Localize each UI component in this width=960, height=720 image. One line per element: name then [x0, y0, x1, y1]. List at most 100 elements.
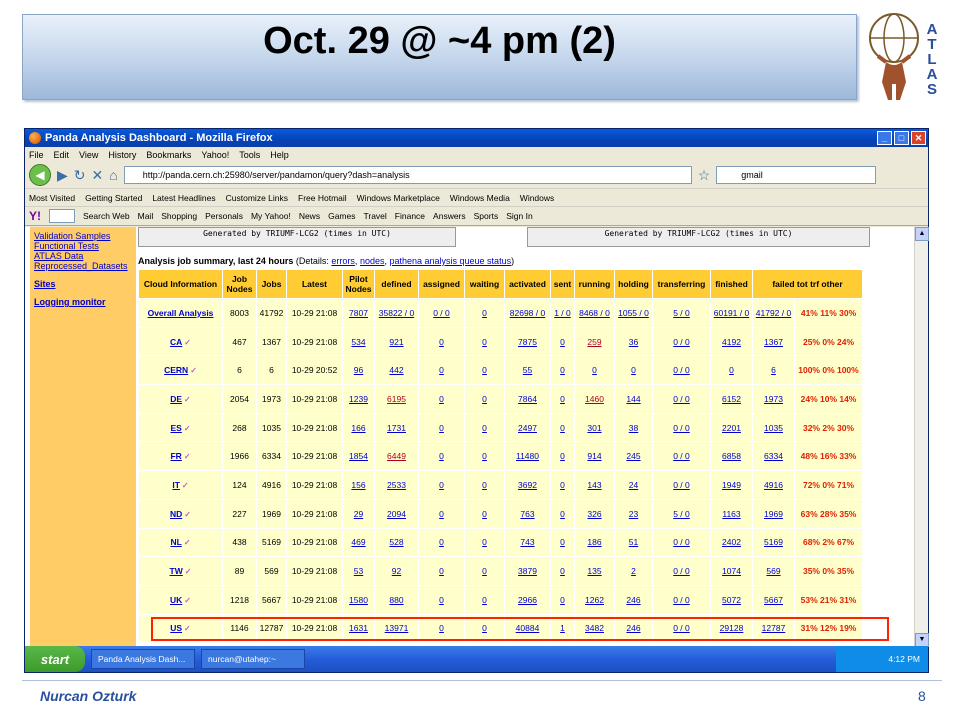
- sidebar-link-validation[interactable]: Validation Samples: [34, 231, 132, 241]
- yahoo-search-input[interactable]: [49, 209, 75, 223]
- cell-failed[interactable]: 5667: [752, 584, 795, 615]
- yahoo-item[interactable]: Games: [328, 211, 355, 221]
- cell-waiting[interactable]: 0: [464, 584, 505, 615]
- cell-finished[interactable]: 2402: [710, 527, 753, 558]
- cell-pilot[interactable]: 7807: [342, 298, 375, 328]
- cell-sent[interactable]: 0: [550, 527, 575, 558]
- cell-finished[interactable]: 5072: [710, 584, 753, 615]
- cell-activated[interactable]: 7864: [504, 384, 551, 414]
- cell-assigned[interactable]: 0 / 0: [418, 298, 465, 328]
- cell-defined[interactable]: 528: [374, 527, 419, 558]
- cell-activated[interactable]: 763: [504, 498, 551, 529]
- cell-waiting[interactable]: 0: [464, 384, 505, 414]
- yahoo-item[interactable]: Finance: [395, 211, 425, 221]
- menu-bookmarks[interactable]: Bookmarks: [146, 150, 191, 160]
- checkmark-icon[interactable]: ✓: [184, 395, 191, 404]
- cell-waiting[interactable]: 0: [464, 355, 505, 386]
- minimize-button[interactable]: _: [877, 131, 892, 145]
- bookmark-item[interactable]: Getting Started: [85, 193, 142, 203]
- cell-running[interactable]: 301: [574, 412, 615, 443]
- cell-defined[interactable]: 6195: [374, 384, 419, 414]
- cell-sent[interactable]: 0: [550, 584, 575, 615]
- cell-sent[interactable]: 0: [550, 384, 575, 414]
- bookmark-item[interactable]: Windows Marketplace: [357, 193, 440, 203]
- bookmark-item[interactable]: Windows Media: [450, 193, 510, 203]
- cell-assigned[interactable]: 0: [418, 584, 465, 615]
- cell-activated[interactable]: 3692: [504, 470, 551, 500]
- cell-defined[interactable]: 880: [374, 584, 419, 615]
- errors-link[interactable]: errors: [331, 256, 355, 266]
- cell-assigned[interactable]: 0: [418, 355, 465, 386]
- cloud-link[interactable]: ND ✓: [138, 498, 223, 529]
- forward-icon[interactable]: ▶: [57, 167, 68, 184]
- yahoo-item[interactable]: Personals: [205, 211, 243, 221]
- cell-waiting[interactable]: 0: [464, 527, 505, 558]
- cell-assigned[interactable]: 0: [418, 527, 465, 558]
- yahoo-logo-icon[interactable]: Y!: [29, 209, 41, 223]
- cell-sent[interactable]: 0: [550, 498, 575, 529]
- yahoo-item[interactable]: My Yahoo!: [251, 211, 291, 221]
- cell-waiting[interactable]: 0: [464, 412, 505, 443]
- cell-activated[interactable]: 2497: [504, 412, 551, 443]
- cell-pilot[interactable]: 29: [342, 498, 375, 529]
- cell-transferring[interactable]: 0 / 0: [652, 556, 711, 586]
- checkmark-icon[interactable]: ✓: [184, 452, 191, 461]
- cell-waiting[interactable]: 0: [464, 556, 505, 586]
- cell-assigned[interactable]: 0: [418, 441, 465, 472]
- sidebar-link-reprocessed[interactable]: Reprocessed_Datasets: [34, 261, 132, 271]
- cloud-link[interactable]: UK ✓: [138, 584, 223, 615]
- nodes-link[interactable]: nodes: [360, 256, 385, 266]
- cell-holding[interactable]: 38: [614, 412, 653, 443]
- cell-assigned[interactable]: 0: [418, 412, 465, 443]
- cell-failed[interactable]: 1969: [752, 498, 795, 529]
- cloud-link[interactable]: DE ✓: [138, 384, 223, 414]
- checkmark-icon[interactable]: ✓: [184, 424, 191, 433]
- cell-holding[interactable]: 144: [614, 384, 653, 414]
- yahoo-item[interactable]: Sports: [474, 211, 499, 221]
- bookmark-item[interactable]: Windows: [520, 193, 554, 203]
- yahoo-item[interactable]: Answers: [433, 211, 466, 221]
- menu-help[interactable]: Help: [270, 150, 289, 160]
- cell-pilot[interactable]: 1854: [342, 441, 375, 472]
- cell-sent[interactable]: 0: [550, 441, 575, 472]
- cell-assigned[interactable]: 0: [418, 556, 465, 586]
- cell-finished[interactable]: 4192: [710, 326, 753, 357]
- cell-finished[interactable]: 1074: [710, 556, 753, 586]
- cloud-link[interactable]: TW ✓: [138, 556, 223, 586]
- cell-pilot[interactable]: 469: [342, 527, 375, 558]
- cell-sent[interactable]: 0: [550, 355, 575, 386]
- cloud-link[interactable]: Overall Analysis: [138, 298, 223, 328]
- sidebar-link-functional[interactable]: Functional Tests: [34, 241, 132, 251]
- bookmark-item[interactable]: Most Visited: [29, 193, 75, 203]
- bookmark-item[interactable]: Latest Headlines: [152, 193, 215, 203]
- cell-holding[interactable]: 2: [614, 556, 653, 586]
- bookmark-star-icon[interactable]: ☆: [698, 167, 711, 184]
- cell-defined[interactable]: 92: [374, 556, 419, 586]
- menu-file[interactable]: File: [29, 150, 44, 160]
- cell-pilot[interactable]: 96: [342, 355, 375, 386]
- cell-holding[interactable]: 246: [614, 584, 653, 615]
- cell-sent[interactable]: 0: [550, 556, 575, 586]
- cloud-link[interactable]: CERN ✓: [138, 355, 223, 386]
- cell-holding[interactable]: 0: [614, 355, 653, 386]
- cell-running[interactable]: 0: [574, 355, 615, 386]
- cell-waiting[interactable]: 0: [464, 298, 505, 328]
- sidebar-link-sites[interactable]: Sites: [34, 279, 132, 289]
- checkmark-icon[interactable]: ✓: [184, 338, 191, 347]
- cell-sent[interactable]: 0: [550, 326, 575, 357]
- cell-running[interactable]: 186: [574, 527, 615, 558]
- cell-failed[interactable]: 6334: [752, 441, 795, 472]
- url-bar[interactable]: http://panda.cern.ch:25980/server/pandam…: [123, 166, 692, 184]
- yahoo-item[interactable]: Shopping: [161, 211, 197, 221]
- cell-running[interactable]: 135: [574, 556, 615, 586]
- checkmark-icon[interactable]: ✓: [184, 510, 191, 519]
- cell-holding[interactable]: 36: [614, 326, 653, 357]
- yahoo-item[interactable]: Travel: [363, 211, 386, 221]
- start-button[interactable]: start: [25, 646, 85, 672]
- cell-activated[interactable]: 743: [504, 527, 551, 558]
- sidebar-link-logging[interactable]: Logging monitor: [34, 297, 132, 307]
- cell-transferring[interactable]: 0 / 0: [652, 470, 711, 500]
- search-input[interactable]: gmail: [716, 166, 877, 184]
- cloud-link[interactable]: IT ✓: [138, 470, 223, 500]
- cell-sent[interactable]: 0: [550, 470, 575, 500]
